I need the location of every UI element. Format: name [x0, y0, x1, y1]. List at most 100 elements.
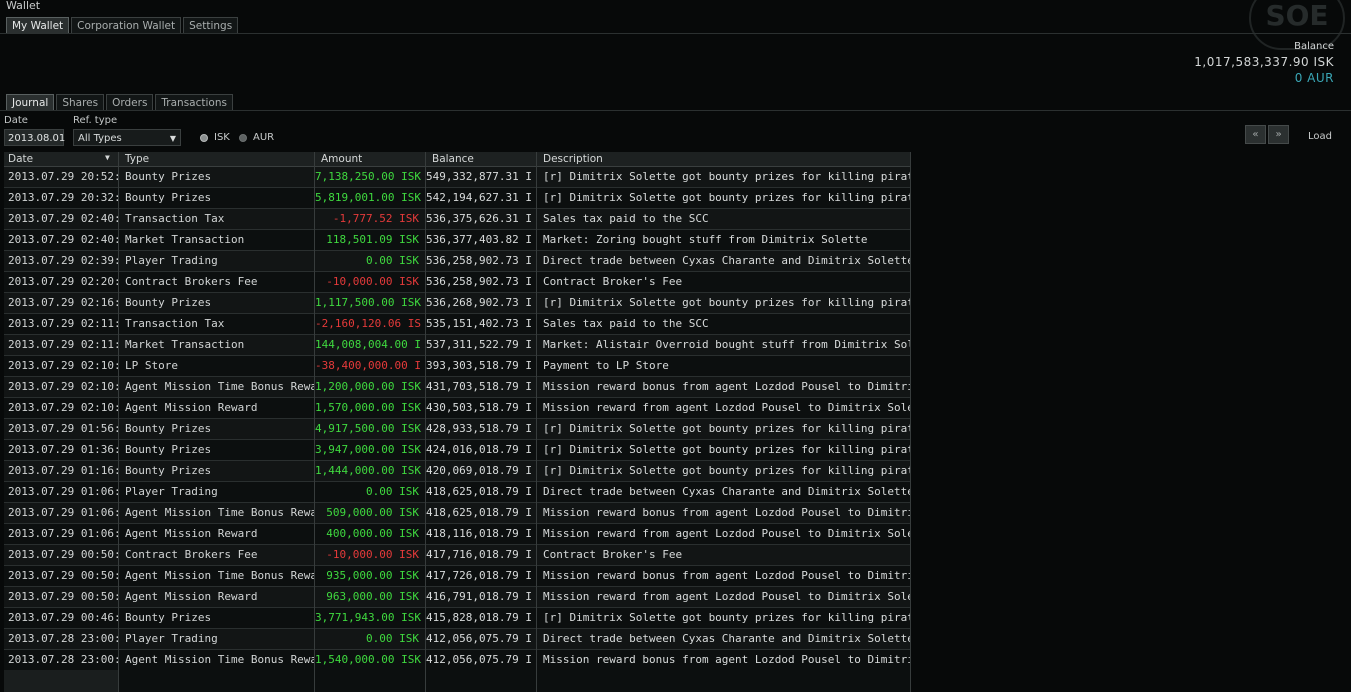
tab-corporation-wallet[interactable]: Corporation Wallet [71, 17, 182, 33]
table-row[interactable]: 2013.07.29 02:10:41 LP Store -38,400,000.0… [4, 356, 911, 377]
tab-transactions[interactable]: Transactions [155, 94, 233, 110]
table-row[interactable]: 2013.07.29 02:39:20 Player Trading 0.00 IS… [4, 251, 911, 272]
cell-date: 2013.07.29 01:06:34 [8, 527, 118, 540]
cell-description: [r] Dimitrix Solette got bounty prizes f… [543, 296, 911, 309]
cell-description: [r] Dimitrix Solette got bounty prizes f… [543, 191, 911, 204]
cell-balance: 418,625,018.79 ISK [426, 506, 532, 519]
radio-unselected-icon [239, 133, 247, 142]
tab-divider [0, 33, 1351, 34]
chevron-down-icon: ▼ [169, 134, 176, 143]
ref-type-select[interactable]: All Types ▼ [73, 129, 181, 146]
cell-date: 2013.07.29 00:50:58 [8, 548, 118, 561]
table-row[interactable]: 2013.07.29 01:06:49 Player Trading 0.00 IS… [4, 482, 911, 503]
cell-description: Market: Zoring bought stuff from Dimitri… [543, 233, 868, 246]
cell-type: Player Trading [125, 485, 218, 498]
balance-label: Balance [1294, 41, 1334, 52]
table-row[interactable]: 2013.07.29 02:16:31 Bounty Prizes 1,117,50… [4, 293, 911, 314]
previous-page-icon[interactable]: « [1245, 125, 1266, 144]
table-row[interactable]: 2013.07.29 20:52:48 Bounty Prizes 7,138,25… [4, 167, 911, 188]
tab-journal[interactable]: Journal [6, 94, 55, 110]
cell-type: Bounty Prizes [125, 422, 212, 435]
cell-balance: 536,258,902.73 ISK [426, 275, 532, 288]
cell-balance: 416,791,018.79 ISK [426, 590, 532, 603]
column-header-amount[interactable]: Amount [315, 152, 425, 166]
cell-date: 2013.07.29 01:06:49 [8, 485, 118, 498]
column-separator[interactable] [536, 152, 537, 692]
cell-description: Market: Alistair Overroid bought stuff f… [543, 338, 911, 351]
cell-balance: 412,056,075.79 ISK [426, 653, 532, 666]
currency-radio-aur[interactable]: AUR [239, 132, 274, 143]
tab-settings[interactable]: Settings [183, 17, 239, 33]
column-separator[interactable] [314, 152, 315, 692]
table-row[interactable]: 2013.07.29 02:10:03 Agent Mission Time Bo… [4, 377, 911, 398]
table-row[interactable]: 2013.07.29 01:36:29 Bounty Prizes 3,947,00… [4, 440, 911, 461]
table-row[interactable]: 2013.07.29 01:16:28 Bounty Prizes 1,444,00… [4, 461, 911, 482]
currency-radio-isk[interactable]: ISK [200, 132, 230, 143]
cell-amount: 0.00 ISK [366, 485, 419, 498]
ref-type-value: All Types [78, 133, 122, 144]
column-header-type[interactable]: Type [119, 152, 314, 166]
tab-shares[interactable]: Shares [56, 94, 105, 110]
cell-date: 2013.07.29 00:46:26 [8, 611, 118, 624]
cell-date: 2013.07.28 23:00:13 [8, 653, 118, 666]
cell-type: Player Trading [125, 254, 218, 267]
table-row[interactable]: 2013.07.29 01:06:34 Agent Mission Reward 4… [4, 524, 911, 545]
cell-balance: 420,069,018.79 ISK [426, 464, 532, 477]
cell-date: 2013.07.29 00:50:32 [8, 569, 118, 582]
table-row[interactable]: 2013.07.29 00:50:32 Agent Mission Time Bo… [4, 566, 911, 587]
table-row[interactable]: 2013.07.28 23:00:13 Agent Mission Time Bo… [4, 650, 911, 671]
sub-tab-bar: Journal Shares Orders Transactions [6, 94, 235, 110]
cell-date: 2013.07.29 00:50:32 [8, 590, 118, 603]
cell-type: Agent Mission Reward [125, 527, 258, 540]
column-separator[interactable] [118, 152, 119, 692]
currency-isk-label: ISK [214, 132, 230, 143]
cell-description: Direct trade between Cyxas Charante and … [543, 254, 911, 267]
table-row[interactable]: 2013.07.28 23:00:36 Player Trading 0.00 IS… [4, 629, 911, 650]
cell-date: 2013.07.29 02:40:39 [8, 212, 118, 225]
cell-amount: 4,917,500.00 ISK [315, 422, 421, 435]
next-page-icon[interactable]: » [1268, 125, 1289, 144]
cell-amount: 935,000.00 ISK [326, 569, 419, 582]
date-input[interactable]: 2013.08.01 [4, 129, 65, 146]
column-header-date-label: Date [8, 153, 34, 165]
table-row[interactable]: 2013.07.29 01:56:29 Bounty Prizes 4,917,50… [4, 419, 911, 440]
cell-balance: 418,116,018.79 ISK [426, 527, 532, 540]
table-row[interactable]: 2013.07.29 02:11:55 Transaction Tax -2,160… [4, 314, 911, 335]
cell-type: Agent Mission Time Bonus Reward [125, 653, 314, 666]
cell-date: 2013.07.29 20:32:47 [8, 191, 118, 204]
cell-amount: 118,501.09 ISK [326, 233, 419, 246]
tab-my-wallet[interactable]: My Wallet [6, 17, 70, 33]
journal-table: Date ▼ Type Amount Balance Description 2… [4, 152, 911, 692]
cell-description: Mission reward bonus from agent Lozdod P… [543, 569, 911, 582]
cell-date: 2013.07.29 02:10:02 [8, 401, 118, 414]
table-row[interactable]: 2013.07.29 00:50:32 Agent Mission Reward 9… [4, 587, 911, 608]
cell-description: Sales tax paid to the SCC [543, 317, 709, 330]
cell-date: 2013.07.29 02:11:55 [8, 338, 118, 351]
cell-amount: 3,771,943.00 ISK [315, 611, 421, 624]
table-row[interactable]: 2013.07.29 02:40:39 Transaction Tax -1,777… [4, 209, 911, 230]
cell-type: Agent Mission Time Bonus Reward [125, 506, 314, 519]
filter-row: Date Ref. type 2013.08.01 All Types ▼ IS… [4, 115, 1351, 147]
table-row[interactable]: 2013.07.29 02:20:53 Contract Brokers Fee -… [4, 272, 911, 293]
table-row[interactable]: 2013.07.29 02:40:39 Market Transaction 118… [4, 230, 911, 251]
table-row[interactable]: 2013.07.29 00:50:58 Contract Brokers Fee -… [4, 545, 911, 566]
cell-description: Mission reward from agent Lozdod Pousel … [543, 401, 911, 414]
cell-description: Sales tax paid to the SCC [543, 212, 709, 225]
column-separator[interactable] [425, 152, 426, 692]
tab-orders[interactable]: Orders [106, 94, 154, 110]
table-row[interactable]: 2013.07.29 20:32:47 Bounty Prizes 5,819,00… [4, 188, 911, 209]
load-button[interactable]: Load [1308, 131, 1332, 142]
column-header-date[interactable]: Date [4, 152, 118, 166]
cell-balance: 430,503,518.79 ISK [426, 401, 532, 414]
cell-amount: 3,947,000.00 ISK [315, 443, 421, 456]
table-row[interactable]: 2013.07.29 00:46:26 Bounty Prizes 3,771,94… [4, 608, 911, 629]
column-separator[interactable] [910, 152, 911, 692]
cell-amount: 7,138,250.00 ISK [315, 170, 421, 183]
table-row[interactable]: 2013.07.29 02:10:02 Agent Mission Reward 1… [4, 398, 911, 419]
cell-type: LP Store [125, 359, 178, 372]
column-header-description[interactable]: Description [537, 152, 911, 166]
column-header-balance[interactable]: Balance [426, 152, 536, 166]
ref-type-label: Ref. type [73, 115, 118, 126]
table-row[interactable]: 2013.07.29 01:06:34 Agent Mission Time Bo… [4, 503, 911, 524]
table-row[interactable]: 2013.07.29 02:11:55 Market Transaction 144… [4, 335, 911, 356]
